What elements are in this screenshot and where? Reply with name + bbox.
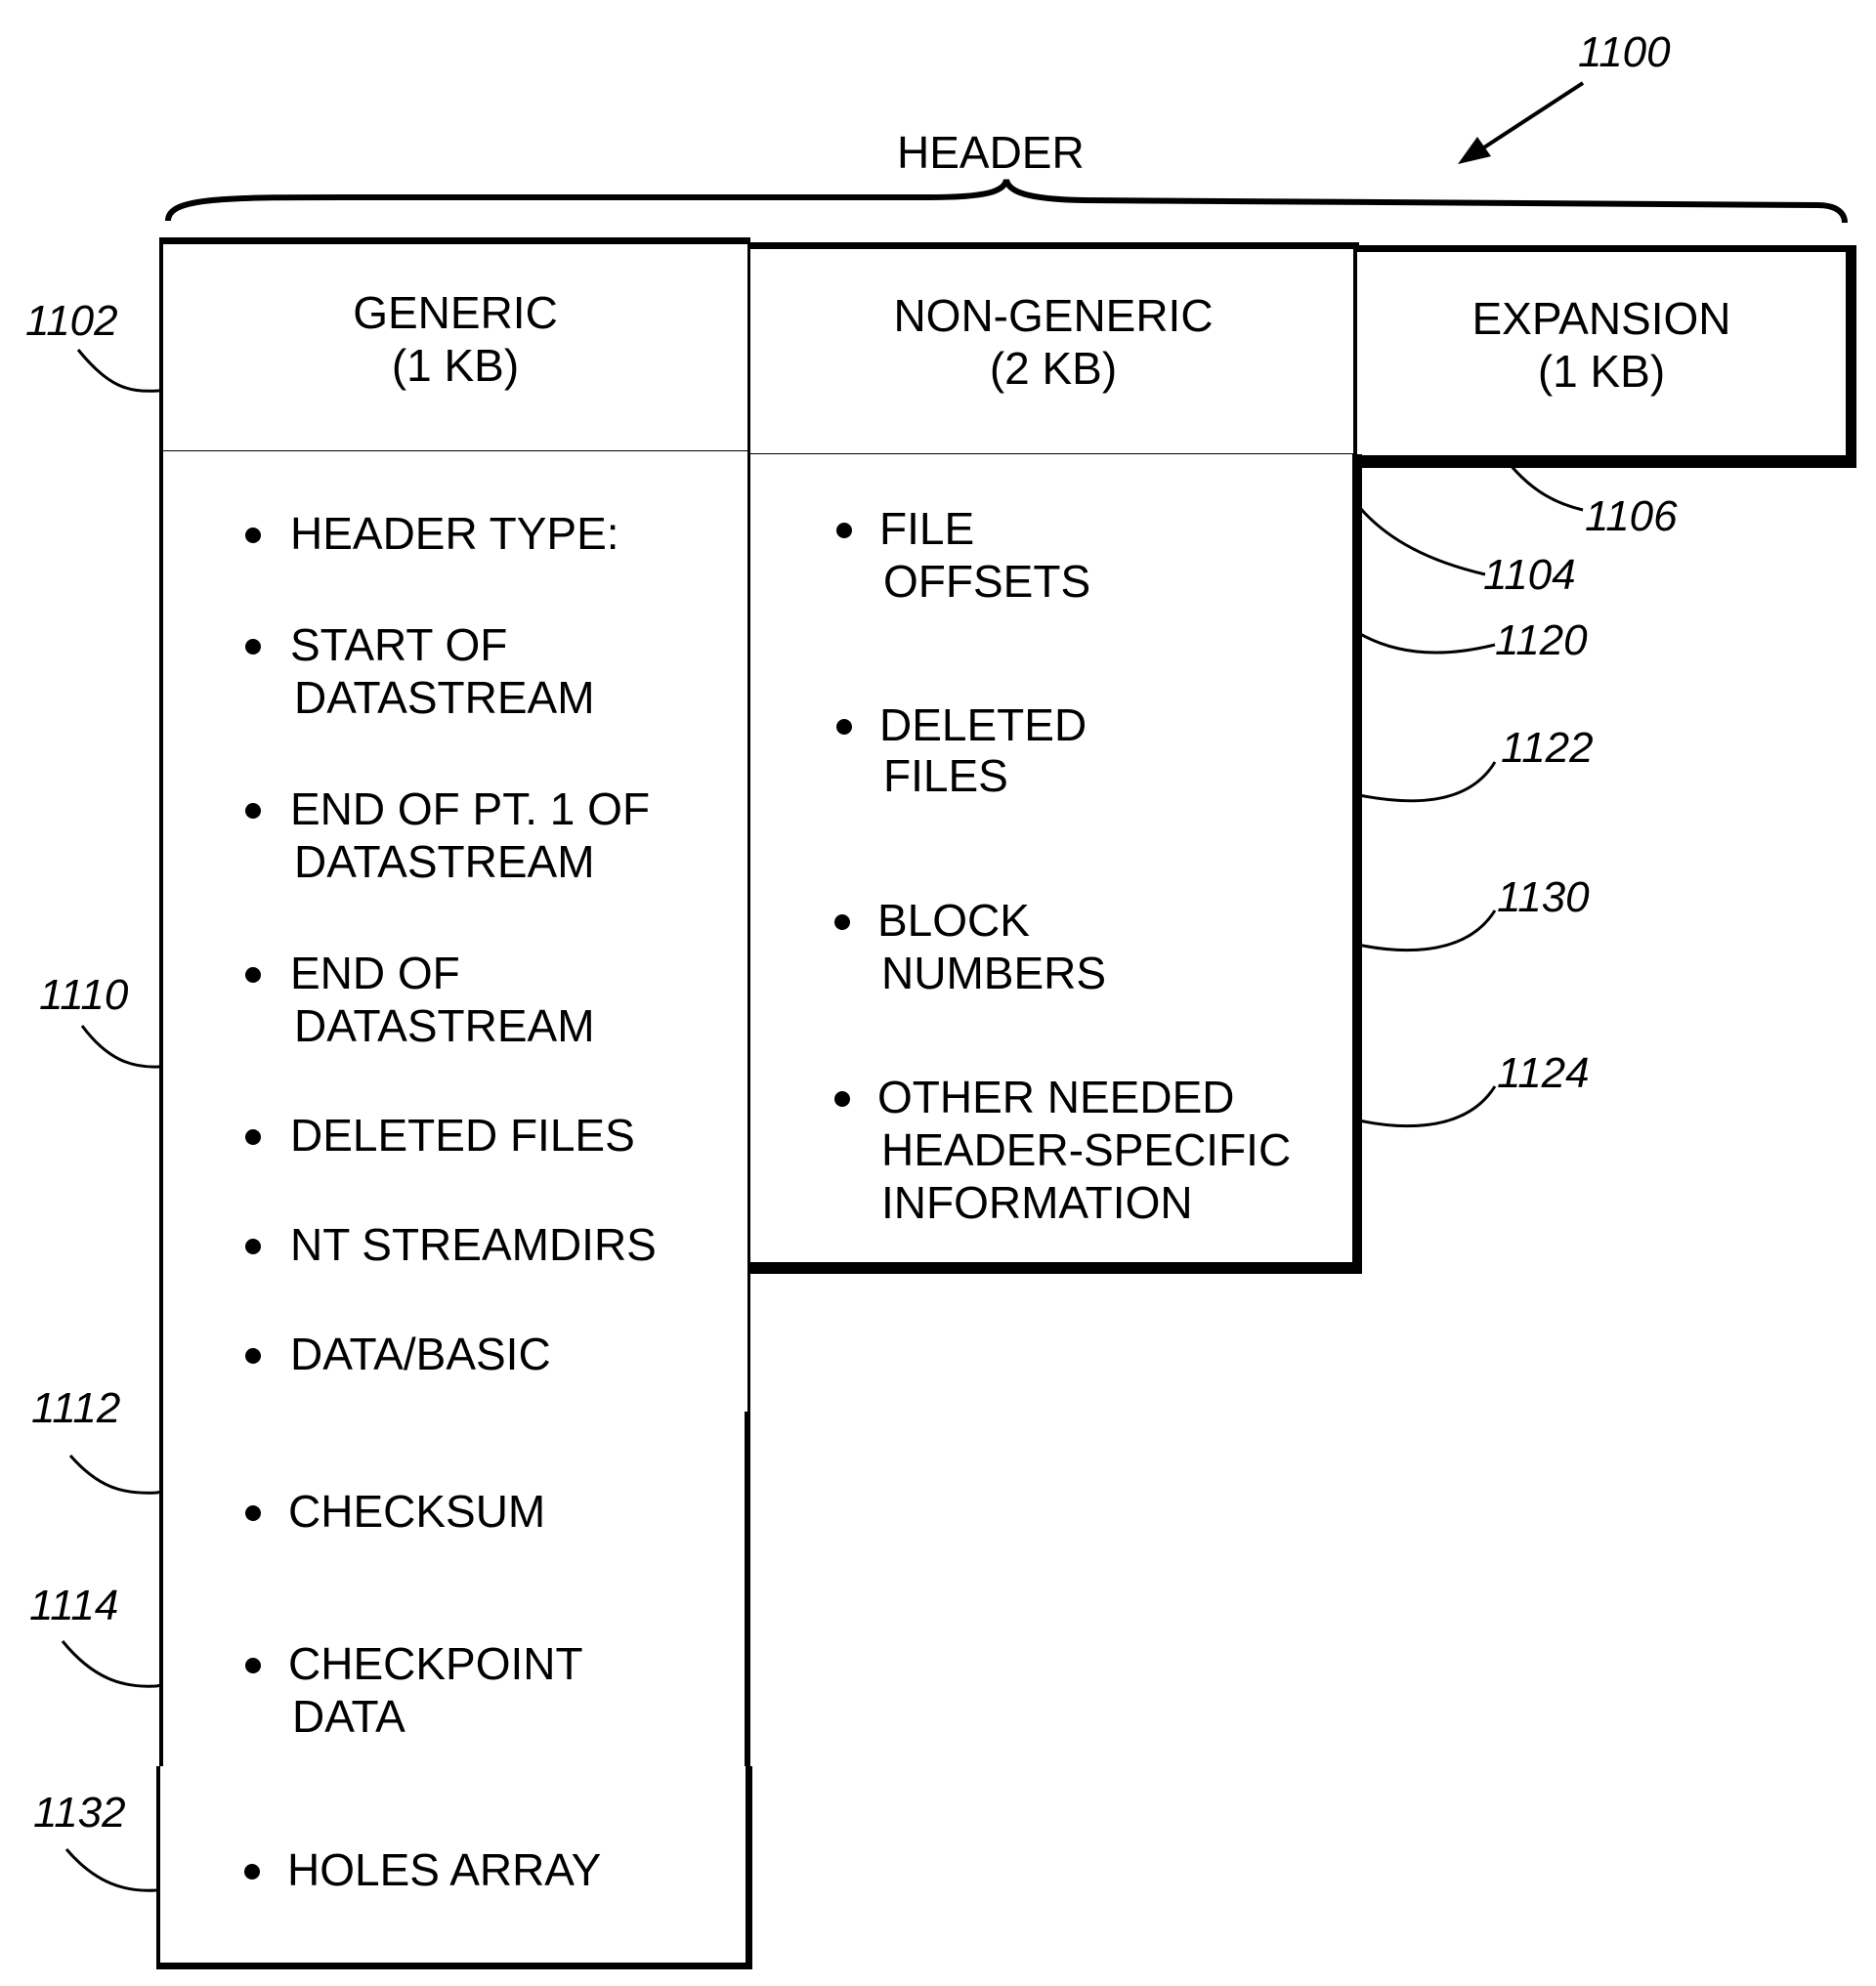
non-generic-item-cont: NUMBERS: [881, 948, 1107, 998]
non-generic-block-1130: BLOCK NUMBERS: [747, 850, 1362, 1025]
bullet-icon: [245, 1505, 261, 1521]
ref-1104: 1104: [1483, 551, 1576, 599]
ref-1132: 1132: [33, 1789, 126, 1837]
bullet-icon: [836, 523, 852, 538]
ref-1122: 1122: [1501, 724, 1594, 772]
ref-1106: 1106: [1585, 492, 1678, 540]
non-generic-header-cell: NON-GENERIC (2 KB): [747, 242, 1359, 457]
figure-ref-label: 1100: [1578, 28, 1671, 76]
header-brace: [165, 179, 1848, 224]
non-generic-block-1120: FILE OFFSETS: [747, 454, 1362, 660]
generic-size: (1 KB): [391, 340, 520, 391]
generic-item: HEADER TYPE:: [290, 508, 619, 559]
bullet-icon: [245, 1658, 261, 1673]
generic-header-cell: GENERIC (1 KB): [159, 237, 750, 454]
bullet-icon: [245, 803, 261, 819]
figure-arrow-icon: [1458, 81, 1585, 164]
generic-item-cont: DATASTREAM: [294, 836, 595, 887]
ref-1124: 1124: [1497, 1049, 1590, 1097]
bullet-icon: [245, 1239, 261, 1254]
non-generic-block-1124: OTHER NEEDED HEADER-SPECIFIC INFORMATION: [747, 1021, 1362, 1274]
ref-1130: 1130: [1497, 873, 1590, 921]
generic-block-1110: HEADER TYPE: START OF DATASTREAM END OF …: [159, 451, 750, 1416]
bullet-icon: [245, 967, 261, 983]
non-generic-size: (2 KB): [989, 343, 1118, 394]
generic-title: GENERIC: [353, 287, 558, 338]
generic-item-cont: DATA: [292, 1691, 405, 1742]
generic-item: CHECKSUM: [288, 1486, 546, 1537]
non-generic-item: OTHER NEEDED: [877, 1072, 1235, 1122]
generic-item: DATA/BASIC: [290, 1329, 551, 1379]
generic-block-1114: CHECKPOINT DATA: [159, 1587, 750, 1770]
non-generic-item: DELETED: [879, 699, 1087, 750]
expansion-size: (1 KB): [1537, 346, 1666, 397]
ref-1114: 1114: [29, 1582, 119, 1629]
generic-item: NT STREAMDIRS: [290, 1219, 657, 1270]
bullet-icon: [245, 1129, 261, 1145]
non-generic-item-cont: FILES: [883, 750, 1008, 801]
generic-item: CHECKPOINT: [288, 1638, 583, 1689]
generic-item-cont: DATASTREAM: [294, 1000, 595, 1051]
ref-1120: 1120: [1495, 616, 1588, 664]
non-generic-title: NON-GENERIC: [893, 290, 1214, 341]
brace-label: HEADER: [897, 127, 1085, 178]
bullet-icon: [834, 1091, 850, 1107]
non-generic-block-1122: DELETED FILES: [747, 656, 1362, 854]
generic-item: START OF: [290, 619, 508, 670]
non-generic-item: BLOCK: [877, 895, 1030, 946]
expansion-title: EXPANSION: [1471, 293, 1731, 344]
generic-block-1132: HOLES ARRAY: [156, 1766, 752, 1969]
generic-item: END OF: [290, 948, 460, 998]
bullet-icon: [834, 914, 850, 930]
ref-1102: 1102: [25, 297, 118, 345]
bullet-icon: [245, 639, 261, 655]
generic-item: HOLES ARRAY: [287, 1844, 602, 1895]
bullet-icon: [245, 1348, 261, 1364]
expansion-cell: EXPANSION (1 KB): [1353, 245, 1856, 468]
non-generic-item: FILE: [879, 503, 975, 554]
non-generic-item-cont: HEADER-SPECIFIC: [881, 1124, 1292, 1175]
ref-1110: 1110: [39, 971, 129, 1019]
ref-1112: 1112: [31, 1384, 121, 1432]
non-generic-item-cont: OFFSETS: [883, 556, 1091, 607]
generic-item: DELETED FILES: [290, 1110, 635, 1161]
bullet-icon: [245, 528, 261, 543]
bullet-icon: [836, 719, 852, 735]
generic-item-cont: DATASTREAM: [294, 672, 595, 723]
non-generic-item-cont: INFORMATION: [881, 1177, 1193, 1228]
generic-block-1112: CHECKSUM: [159, 1412, 750, 1591]
bullet-icon: [244, 1864, 260, 1880]
generic-item: END OF PT. 1 OF: [290, 783, 651, 834]
